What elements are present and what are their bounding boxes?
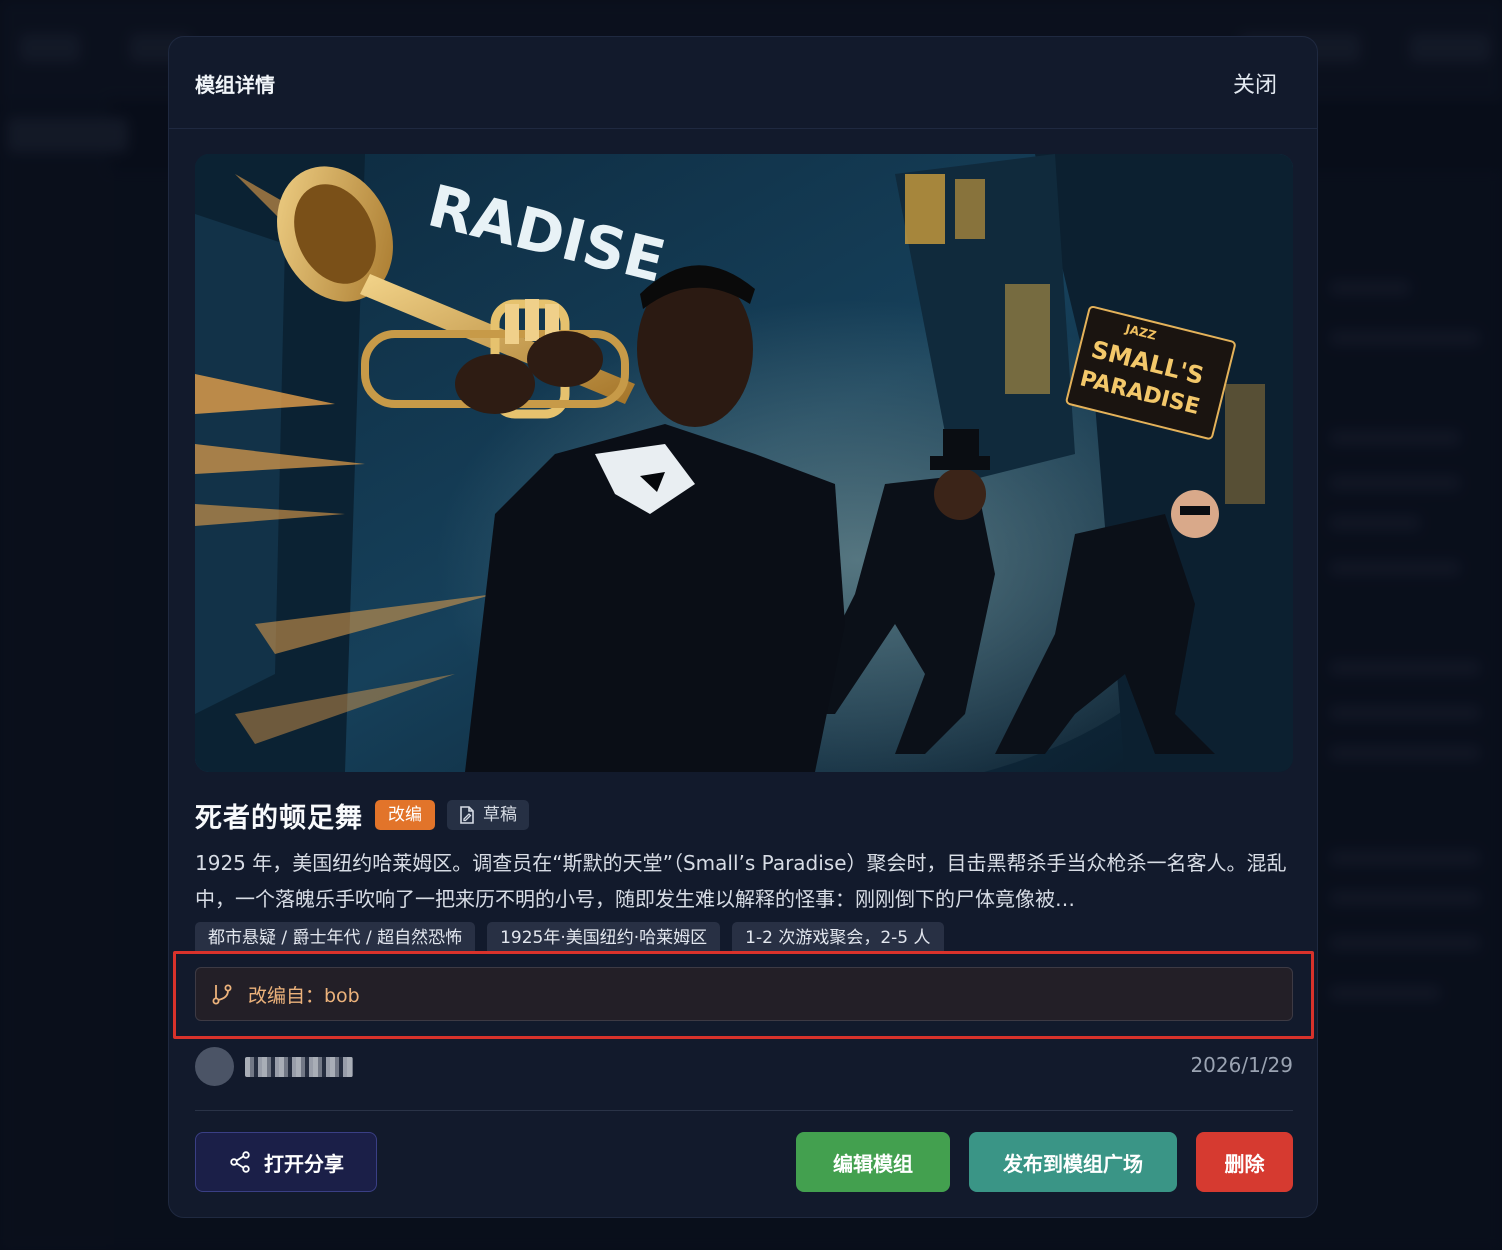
footer-divider	[195, 1110, 1293, 1111]
author-name-redacted	[245, 1057, 353, 1077]
open-share-button[interactable]: 打开分享	[195, 1132, 377, 1192]
created-date: 2026/1/29	[1190, 1053, 1293, 1077]
author-row: 2026/1/29	[195, 1047, 1293, 1087]
avatar	[195, 1047, 234, 1086]
tag-setting: 1925年·美国纽约·哈莱姆区	[487, 922, 721, 952]
draft-badge-label: 草稿	[483, 805, 517, 825]
modal-title: 模组详情	[195, 73, 275, 97]
file-draft-icon	[459, 806, 475, 824]
module-description: 1925 年，美国纽约哈莱姆区。调查员在“斯默的天堂”（Small’s Para…	[195, 851, 1287, 911]
delete-button[interactable]: 删除	[1196, 1132, 1293, 1192]
adapted-from-text: 改编自：bob	[248, 984, 360, 1007]
share-icon	[228, 1150, 252, 1174]
cover-image: RADISE JAZZ SMALL'S PARADISE	[195, 154, 1293, 772]
modal-header: 模组详情 关闭	[169, 37, 1317, 129]
module-detail-modal: 模组详情 关闭 RADISE JAZZ SMALL'S PARADISE 死者的…	[168, 36, 1318, 1218]
cover-illustration: RADISE JAZZ SMALL'S PARADISE	[195, 154, 1293, 772]
module-title-row: 死者的顿足舞 改编 草稿	[195, 795, 529, 835]
module-title: 死者的顿足舞	[195, 802, 363, 834]
adapted-badge: 改编	[375, 800, 435, 830]
close-button[interactable]: 关闭	[1233, 67, 1277, 99]
adapted-from-box: 改编自：bob	[195, 967, 1293, 1021]
tag-session: 1-2 次游戏聚会，2-5 人	[732, 922, 944, 952]
module-tags: 都市悬疑 / 爵士年代 / 超自然恐怖 1925年·美国纽约·哈莱姆区 1-2 …	[195, 922, 956, 952]
edit-module-button[interactable]: 编辑模组	[796, 1132, 950, 1192]
draft-badge: 草稿	[447, 800, 529, 830]
publish-to-plaza-button[interactable]: 发布到模组广场	[969, 1132, 1177, 1192]
tag-genre: 都市悬疑 / 爵士年代 / 超自然恐怖	[195, 922, 476, 952]
git-branch-icon	[210, 982, 234, 1006]
open-share-label: 打开分享	[264, 1151, 344, 1176]
